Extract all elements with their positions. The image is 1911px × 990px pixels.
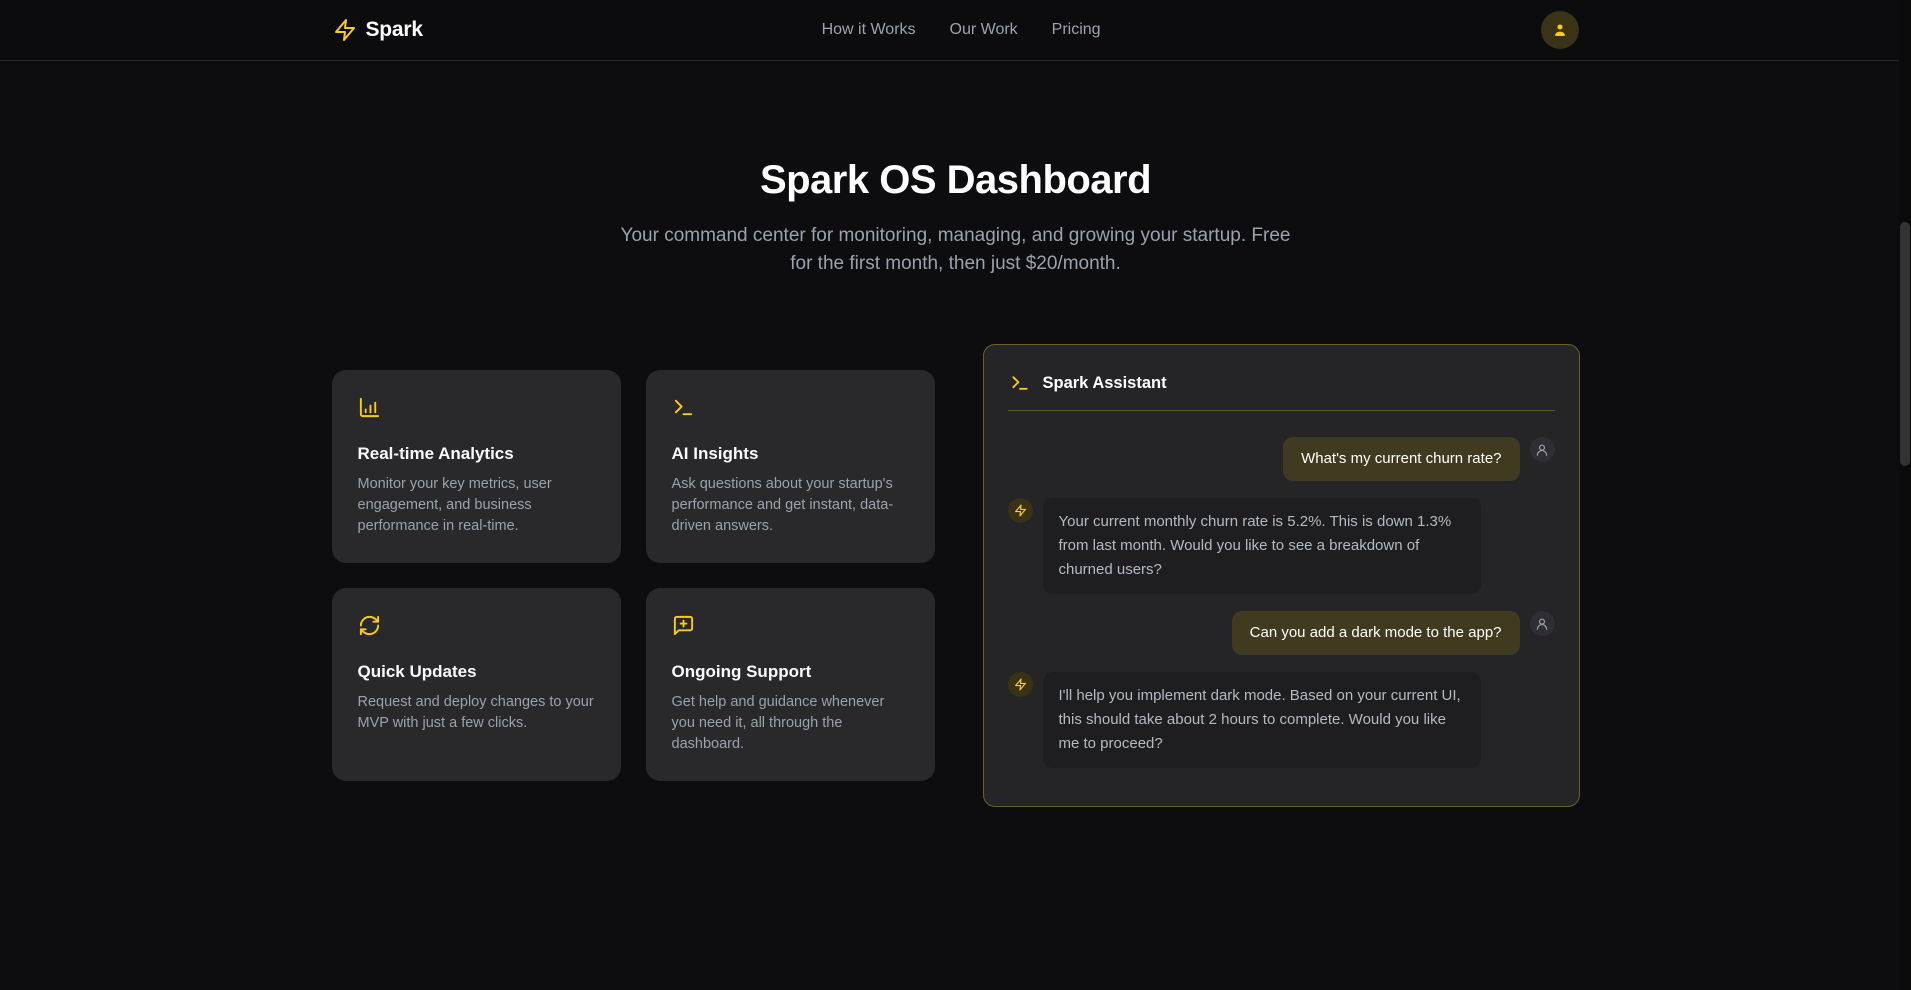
message-square-plus-icon bbox=[672, 614, 909, 642]
chat-message-assistant: I'll help you implement dark mode. Based… bbox=[1008, 672, 1555, 768]
account-avatar-button[interactable] bbox=[1541, 11, 1579, 49]
user-message-bubble: What's my current churn rate? bbox=[1283, 437, 1519, 481]
user-icon bbox=[1551, 21, 1569, 39]
feature-title: AI Insights bbox=[672, 444, 909, 464]
chat-message-assistant: Your current monthly churn rate is 5.2%.… bbox=[1008, 498, 1555, 594]
feature-title: Ongoing Support bbox=[672, 662, 909, 682]
assistant-message-bubble: Your current monthly churn rate is 5.2%.… bbox=[1043, 498, 1481, 594]
brand-logo[interactable]: Spark bbox=[333, 18, 423, 42]
assistant-panel-header: Spark Assistant bbox=[1008, 369, 1555, 393]
chat-message-user: Can you add a dark mode to the app? bbox=[1008, 611, 1555, 655]
page-subtitle: Your command center for monitoring, mana… bbox=[618, 222, 1294, 278]
user-message-bubble: Can you add a dark mode to the app? bbox=[1232, 611, 1520, 655]
feature-description: Monitor your key metrics, user engagemen… bbox=[358, 474, 595, 537]
feature-card-ongoing-support[interactable]: Ongoing Support Get help and guidance wh… bbox=[646, 588, 935, 781]
assistant-avatar bbox=[1008, 672, 1033, 697]
zap-icon bbox=[1014, 678, 1027, 691]
top-nav: Spark How it Works Our Work Pricing bbox=[0, 0, 1911, 61]
user-icon bbox=[1535, 617, 1549, 631]
chart-column-icon bbox=[358, 396, 595, 424]
feature-description: Ask questions about your startup's perfo… bbox=[672, 474, 909, 537]
page: Spark How it Works Our Work Pricing Spar… bbox=[0, 0, 1911, 990]
chat-message-user: What's my current churn rate? bbox=[1008, 437, 1555, 481]
terminal-icon bbox=[1010, 373, 1030, 393]
nav-link-our-work[interactable]: Our Work bbox=[950, 21, 1018, 39]
feature-title: Quick Updates bbox=[358, 662, 595, 682]
assistant-panel-title: Spark Assistant bbox=[1043, 374, 1167, 393]
nav-inner: Spark How it Works Our Work Pricing bbox=[325, 0, 1587, 60]
page-title: Spark OS Dashboard bbox=[0, 158, 1911, 203]
user-avatar bbox=[1530, 437, 1555, 462]
zap-icon bbox=[1014, 504, 1027, 517]
user-avatar bbox=[1530, 611, 1555, 636]
assistant-avatar bbox=[1008, 498, 1033, 523]
spark-assistant-panel: Spark Assistant What's my current churn … bbox=[983, 344, 1580, 807]
nav-link-how-it-works[interactable]: How it Works bbox=[822, 21, 916, 39]
feature-description: Get help and guidance whenever you need … bbox=[672, 692, 909, 755]
hero-section: Spark OS Dashboard Your command center f… bbox=[0, 61, 1911, 278]
scrollbar-thumb[interactable] bbox=[1900, 222, 1910, 466]
feature-card-ai-insights[interactable]: AI Insights Ask questions about your sta… bbox=[646, 370, 935, 563]
assistant-message-bubble: I'll help you implement dark mode. Based… bbox=[1043, 672, 1481, 768]
feature-card-realtime-analytics[interactable]: Real-time Analytics Monitor your key met… bbox=[332, 370, 621, 563]
terminal-icon bbox=[672, 396, 909, 424]
feature-description: Request and deploy changes to your MVP w… bbox=[358, 692, 595, 734]
feature-grid: Real-time Analytics Monitor your key met… bbox=[332, 370, 934, 781]
brand-name: Spark bbox=[366, 18, 423, 42]
main-content: Real-time Analytics Monitor your key met… bbox=[332, 344, 1580, 807]
zap-icon bbox=[333, 18, 357, 42]
nav-links: How it Works Our Work Pricing bbox=[822, 21, 1101, 39]
nav-link-pricing[interactable]: Pricing bbox=[1052, 21, 1101, 39]
chat-message-list: What's my current churn rate? Your curre… bbox=[1008, 437, 1555, 768]
panel-divider bbox=[1008, 410, 1555, 411]
feature-title: Real-time Analytics bbox=[358, 444, 595, 464]
refresh-icon bbox=[358, 614, 595, 642]
feature-card-quick-updates[interactable]: Quick Updates Request and deploy changes… bbox=[332, 588, 621, 781]
user-icon bbox=[1535, 443, 1549, 457]
page-scrollbar[interactable] bbox=[1899, 0, 1911, 990]
